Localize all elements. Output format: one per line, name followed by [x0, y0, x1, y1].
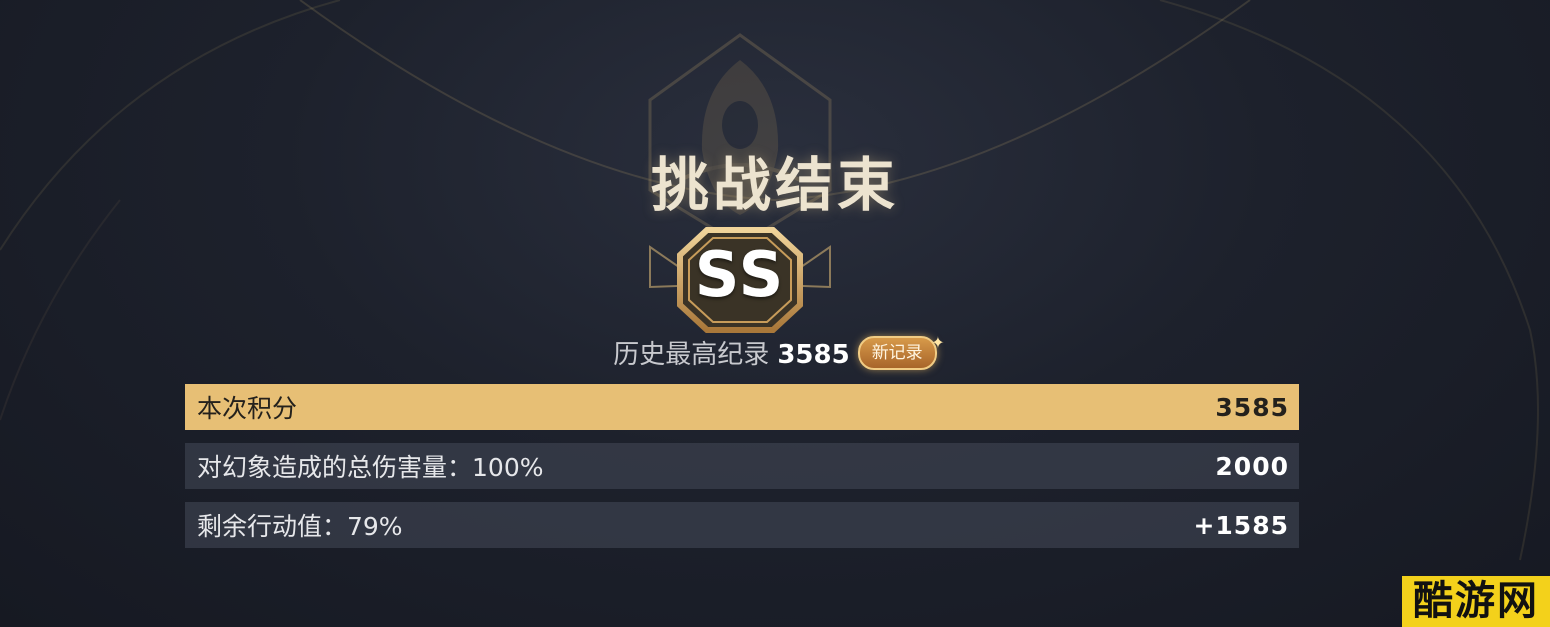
score-row-remaining-action: 剩余行动值：79% +1585: [185, 502, 1299, 548]
score-row-label: 剩余行动值：79%: [197, 512, 403, 541]
score-row-value: 2000: [1215, 451, 1289, 481]
best-record-line: 历史最高纪录 3585 新记录 ✦: [0, 333, 1550, 375]
record-value: 3585: [777, 340, 850, 370]
score-row-value: +1585: [1193, 510, 1289, 540]
sparkle-icon: ✦: [931, 332, 945, 352]
score-row-value: 3585: [1215, 392, 1289, 422]
new-record-badge-label: 新记录: [871, 342, 923, 363]
record-label: 历史最高纪录: [613, 340, 770, 370]
score-row-label: 对幻象造成的总伤害量：100%: [197, 453, 544, 482]
rank-grade: SS: [694, 238, 786, 311]
watermark-logo: 酷游网: [1402, 576, 1550, 627]
score-row-damage: 对幻象造成的总伤害量：100% 2000: [185, 443, 1299, 489]
new-record-badge: 新记录 ✦: [857, 333, 945, 370]
score-row-label: 本次积分: [197, 394, 298, 423]
page-title: 挑战结束: [650, 151, 899, 219]
score-row-total: 本次积分 3585: [185, 384, 1299, 430]
